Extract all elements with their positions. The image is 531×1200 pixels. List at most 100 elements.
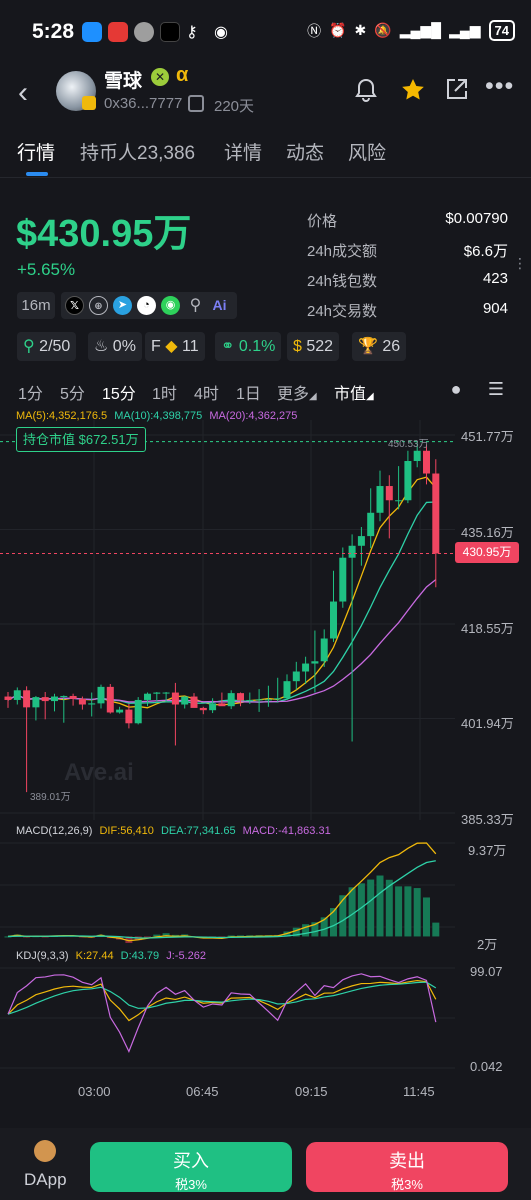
candle-body xyxy=(283,681,291,699)
eye-icon: ◉ xyxy=(214,24,228,41)
candle-body xyxy=(97,686,105,704)
candle-body xyxy=(88,703,96,705)
candle-body xyxy=(125,709,133,724)
tab-details[interactable]: 详情 xyxy=(224,138,262,165)
candle-body xyxy=(144,693,151,700)
ma5-line xyxy=(7,476,437,709)
candle-body xyxy=(255,699,263,701)
timeframe-1d[interactable]: 1日 xyxy=(236,380,261,404)
ai-icon[interactable]: Ai xyxy=(210,296,229,315)
timeframe-5m[interactable]: 5分 xyxy=(60,380,85,404)
tab-activity[interactable]: 动态 xyxy=(286,138,324,165)
token-address[interactable]: 0x36...7777 xyxy=(104,95,182,112)
star-icon[interactable] xyxy=(399,76,427,111)
timeframe-4h[interactable]: 4时 xyxy=(194,380,219,404)
bnb-icon: ◆ xyxy=(165,338,178,355)
candle-body xyxy=(41,697,49,702)
token-age: 220天 xyxy=(214,98,255,115)
app-notif-icon xyxy=(108,22,128,42)
bell-icon[interactable] xyxy=(352,76,380,111)
dapp-label[interactable]: DApp xyxy=(24,1170,67,1190)
candle-body xyxy=(432,473,440,554)
stat-value: $6.6万 xyxy=(463,243,508,260)
more-icon[interactable]: ••• xyxy=(485,72,514,101)
tab-market[interactable]: 行情 xyxy=(17,138,55,165)
market-cap: $430.95万 xyxy=(16,213,192,255)
four-value: 11 xyxy=(182,338,199,355)
candle-body xyxy=(162,692,170,694)
candle-body xyxy=(51,696,58,702)
back-icon[interactable]: ‹ xyxy=(18,76,28,110)
chef-badge[interactable]: ♨ 0% xyxy=(88,332,142,361)
money-value: 522 xyxy=(306,338,334,355)
dev-holders-badge[interactable]: ⚲ 2/50 xyxy=(17,332,77,361)
candle-body xyxy=(320,638,328,662)
candle-body xyxy=(32,697,40,708)
candle-body xyxy=(367,512,375,537)
globe-icon[interactable]: ⊕ xyxy=(89,296,108,315)
money-badge[interactable]: $ 522 xyxy=(287,332,340,361)
buy-button[interactable]: 买入 税3% xyxy=(90,1142,292,1192)
candlestick-chart[interactable]: Ave.ai xyxy=(0,420,531,820)
macd-bar xyxy=(413,888,421,937)
indicator-icon[interactable]: ● xyxy=(443,376,469,402)
candle-body xyxy=(78,698,86,705)
stat-value: $0.00790 xyxy=(445,210,508,227)
age-chip: 16m xyxy=(17,292,55,319)
timeframe-15m[interactable]: 15分 xyxy=(102,380,136,404)
candle-body xyxy=(209,703,217,711)
copy-icon[interactable] xyxy=(188,95,204,112)
candle-body xyxy=(23,690,31,708)
x-tick-label: 11:45 xyxy=(403,1084,435,1099)
wechat-icon[interactable]: ◉ xyxy=(161,296,180,315)
candle-body xyxy=(264,699,272,701)
search-icon[interactable]: ⚲ xyxy=(186,296,205,315)
candle-body xyxy=(116,709,124,713)
key-icon: ⚷ xyxy=(186,24,198,41)
y-tick-label: 401.94万 xyxy=(461,716,514,731)
bundle-icon: ⚭ xyxy=(221,338,235,355)
candle-body xyxy=(274,698,282,700)
y-tick-label: 418.55万 xyxy=(461,621,514,636)
telegram-icon[interactable]: ➤ xyxy=(113,296,132,315)
metric-select[interactable]: 市值◢ xyxy=(334,380,374,404)
sell-tax: 税3% xyxy=(391,1177,423,1192)
candle-body xyxy=(357,536,365,546)
tab-holders[interactable]: 持币人23,386 xyxy=(80,138,195,165)
timeframe-1m[interactable]: 1分 xyxy=(18,380,43,404)
watermark: Ave.ai xyxy=(64,759,134,786)
active-tab-indicator xyxy=(26,172,48,176)
ma20-line xyxy=(7,579,437,703)
macd-bar xyxy=(432,922,440,937)
qq-icon[interactable]: ◔ xyxy=(137,296,156,315)
buy-tax: 税3% xyxy=(175,1177,207,1192)
bundle-badge[interactable]: ⚭ 0.1% xyxy=(215,332,282,361)
candle-body xyxy=(4,696,12,700)
y-tick-label: 451.77万 xyxy=(461,429,514,444)
candle-body xyxy=(199,707,207,711)
notification-icons: ⚷ ◉ xyxy=(82,22,238,42)
candle-body xyxy=(413,450,421,462)
share-icon[interactable] xyxy=(444,76,470,109)
x-icon[interactable]: 𝕏 xyxy=(65,296,84,315)
four-badge[interactable]: F ◆ 11 xyxy=(145,332,205,361)
stat-label: 价格 xyxy=(307,213,338,230)
timeframe-more[interactable]: 更多◢ xyxy=(277,380,317,404)
timeframe-1h[interactable]: 1时 xyxy=(152,380,177,404)
candle-body xyxy=(227,693,235,707)
chef-value: 0% xyxy=(112,338,136,355)
candle-body xyxy=(330,601,337,639)
mute-icon: 🔕 xyxy=(374,22,392,38)
dev-icon: ⚲ xyxy=(23,338,35,355)
sell-label: 卖出 xyxy=(389,1151,425,1171)
trophy-badge[interactable]: 🏆 26 xyxy=(352,332,407,361)
sell-button[interactable]: 卖出 税3% xyxy=(306,1142,508,1192)
macd-bar xyxy=(376,875,384,937)
chart-settings-icon[interactable]: ☰ xyxy=(483,376,509,402)
token-name: 雪球 xyxy=(104,71,143,92)
f-label: F xyxy=(151,338,161,355)
x-tick-label: 06:45 xyxy=(186,1084,219,1099)
vibrate-icon: ✱ xyxy=(354,22,367,38)
dapp-icon[interactable] xyxy=(34,1140,56,1162)
tab-risk[interactable]: 风险 xyxy=(348,138,386,165)
